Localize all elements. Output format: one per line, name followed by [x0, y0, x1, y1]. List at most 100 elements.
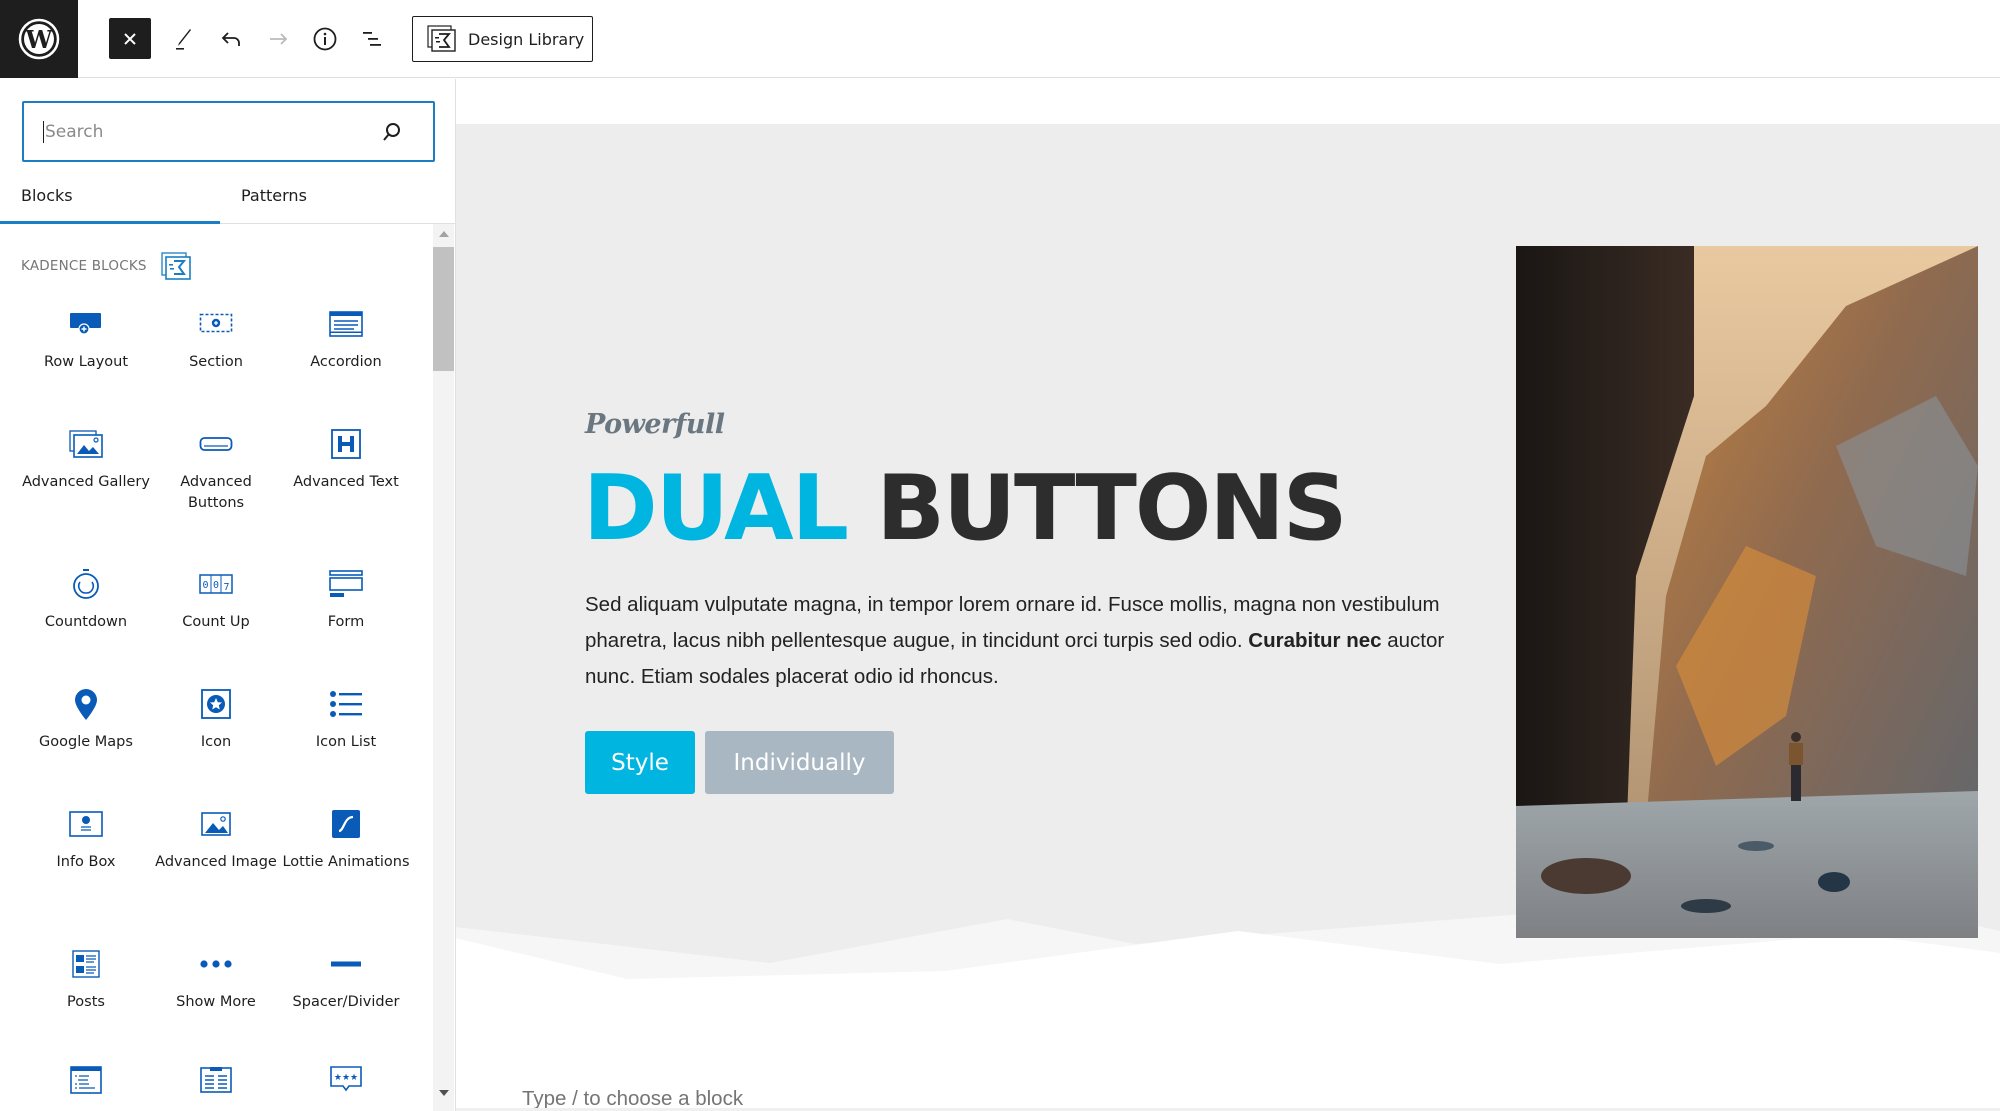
details-button[interactable] [304, 18, 346, 59]
count-up-icon: 007 [199, 574, 233, 594]
block-label: Show More [176, 994, 256, 1010]
body-paragraph[interactable]: Sed aliquam vulputate magna, in tempor l… [585, 587, 1465, 695]
canyon-image[interactable] [1516, 246, 1978, 938]
block-label: Row Layout [43, 354, 129, 370]
block-label: Info Box [56, 854, 116, 870]
undo-icon [221, 31, 240, 46]
redo-icon [270, 32, 288, 45]
block-label: Countdown [44, 614, 128, 630]
block-label: Advanced Text [293, 474, 399, 490]
spacer-icon [331, 961, 361, 967]
posts-icon [72, 950, 100, 978]
table-of-contents-icon [70, 1066, 102, 1094]
block-label: Spacer/Divider [292, 994, 400, 1010]
heading-rest: BUTTONS [876, 456, 1347, 561]
canyon-photo [1516, 246, 1978, 938]
scroll-thumb[interactable] [433, 247, 454, 371]
block-item-info-box[interactable]: Info Box [21, 804, 151, 873]
heading-icon [331, 429, 361, 459]
block-item-icon[interactable]: Icon [151, 684, 281, 753]
search-field[interactable] [22, 101, 435, 162]
block-item-count-up[interactable]: 007 Count Up [151, 564, 281, 633]
image-icon [201, 812, 231, 836]
star-icon [201, 689, 231, 719]
block-label: Section [189, 354, 243, 370]
info-box-icon [69, 811, 103, 837]
style-button[interactable]: Style [585, 731, 695, 794]
block-item-advanced-text[interactable]: Advanced Text [281, 424, 411, 493]
block-item-portfolio-grid[interactable] [151, 1060, 281, 1100]
block-item-advanced-image[interactable]: Advanced Image [151, 804, 281, 873]
editor-header: W Design Library [0, 0, 2000, 78]
block-item-posts[interactable]: Posts [21, 944, 151, 1013]
inserter-scrollbar[interactable] [433, 224, 454, 1111]
block-label: Google Maps [39, 734, 133, 750]
block-item-accordion[interactable]: Accordion [281, 304, 411, 373]
block-label: Icon List [315, 734, 377, 750]
gallery-icon [69, 430, 103, 458]
design-library-button[interactable]: Design Library [412, 16, 593, 62]
countdown-icon [73, 569, 99, 599]
svg-text:★★★: ★★★ [334, 1073, 358, 1083]
block-item-advanced-gallery[interactable]: Advanced Gallery [21, 424, 151, 493]
kadence-blocks-icon [161, 252, 191, 280]
paragraph-bold-text: Curabitur nec [1248, 629, 1382, 652]
category-header: KADENCE BLOCKS [21, 252, 193, 280]
block-label: Posts [67, 994, 105, 1010]
block-item-testimonials[interactable]: ★★★ [281, 1060, 411, 1100]
pencil-icon [176, 28, 191, 50]
search-icon [383, 123, 400, 141]
eyebrow-heading[interactable]: Powerfull [585, 409, 725, 440]
block-label: Advanced Buttons [180, 474, 252, 511]
icon-list-icon [330, 691, 362, 717]
block-item-spacer-divider[interactable]: Spacer/Divider [281, 944, 411, 1013]
arrow-up-icon [438, 231, 449, 237]
wordpress-logo-button[interactable]: W [0, 0, 78, 78]
buttons-icon [199, 437, 233, 451]
close-inserter-button[interactable] [109, 18, 151, 59]
block-label: Advanced Image [155, 854, 277, 870]
close-icon [124, 32, 136, 45]
scroll-down-button[interactable] [433, 1089, 454, 1099]
scroll-up-button[interactable] [433, 230, 454, 244]
search-input[interactable] [45, 121, 365, 142]
testimonials-icon: ★★★ [330, 1066, 362, 1092]
block-item-lottie[interactable]: Lottie Animations [281, 804, 411, 873]
svg-text:0: 0 [213, 580, 219, 591]
list-view-button[interactable] [351, 18, 393, 59]
design-library-label: Design Library [468, 29, 585, 49]
tab-patterns[interactable]: Patterns [220, 179, 455, 224]
block-item-table-of-contents[interactable] [21, 1060, 151, 1100]
kadence-icon [427, 25, 456, 52]
row-layout-block[interactable]: Powerfull DUAL BUTTONS Sed aliquam vulpu… [456, 124, 2000, 1024]
individually-button[interactable]: Individually [705, 731, 894, 794]
svg-text:W: W [25, 25, 54, 54]
accordion-icon [329, 311, 363, 337]
block-label: Icon [200, 734, 232, 750]
block-item-row-layout[interactable]: Row Layout [21, 304, 151, 373]
block-item-form[interactable]: Form [281, 564, 411, 633]
block-item-advanced-buttons[interactable]: Advanced Buttons [151, 424, 281, 514]
text-caret [43, 120, 44, 143]
undo-button[interactable] [210, 18, 252, 59]
tools-button[interactable] [163, 18, 205, 59]
block-item-icon-list[interactable]: Icon List [281, 684, 411, 753]
list-view-icon [363, 31, 381, 46]
svg-text:7: 7 [223, 582, 229, 593]
block-label: Form [327, 614, 365, 630]
map-pin-icon [75, 689, 97, 720]
redo-button[interactable] [257, 18, 299, 59]
inserter-tabs: Blocks Patterns [0, 179, 455, 224]
block-inserter-panel: Blocks Patterns KADENCE BLOCKS Row Layou… [0, 79, 456, 1111]
lottie-icon [332, 810, 360, 838]
tab-blocks[interactable]: Blocks [0, 179, 220, 224]
block-label: Advanced Gallery [22, 474, 150, 490]
block-item-google-maps[interactable]: Google Maps [21, 684, 151, 753]
svg-text:0: 0 [202, 580, 208, 591]
category-label: KADENCE BLOCKS [21, 258, 147, 274]
block-item-countdown[interactable]: Countdown [21, 564, 151, 633]
block-item-section[interactable]: Section [151, 304, 281, 373]
arrow-down-icon [438, 1090, 449, 1096]
main-heading[interactable]: DUAL BUTTONS [583, 454, 1348, 564]
block-item-show-more[interactable]: Show More [151, 944, 281, 1013]
